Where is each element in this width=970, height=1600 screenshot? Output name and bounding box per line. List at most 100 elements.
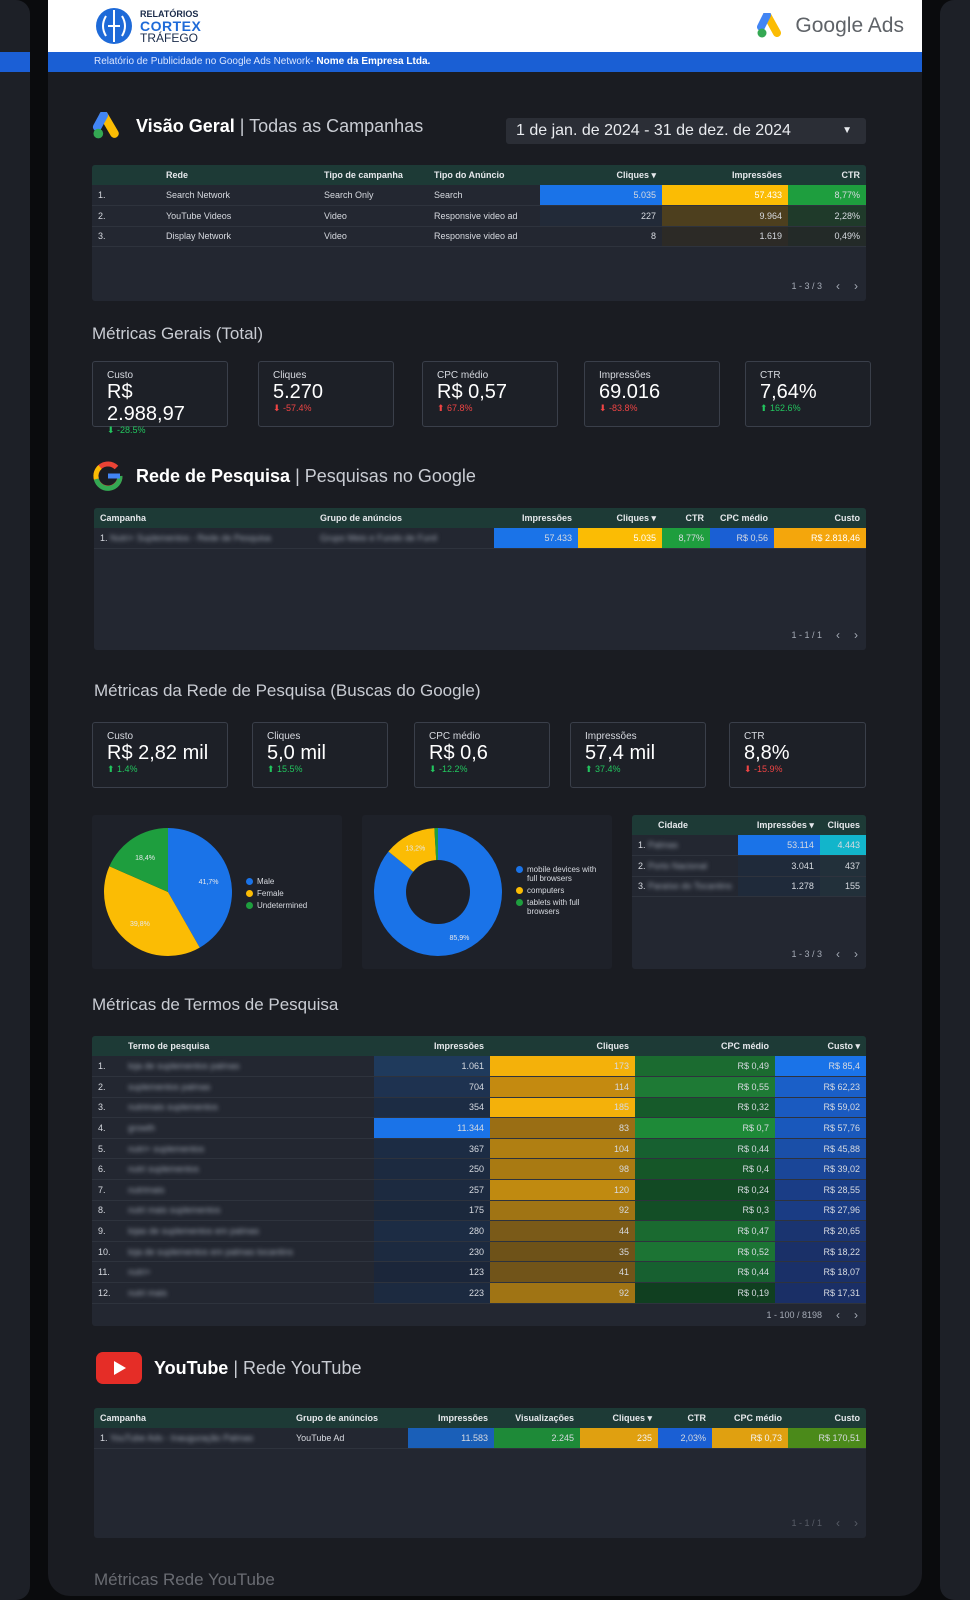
cell-visualizacoes: 2.245 bbox=[494, 1428, 580, 1450]
cell-rede: Search Network bbox=[160, 185, 318, 207]
metric-label: CPC médio bbox=[429, 731, 481, 742]
row-index: 3. bbox=[638, 881, 646, 892]
pager-label: 1 - 3 / 3 bbox=[791, 949, 822, 959]
cell-cpc: R$ 0,52 bbox=[635, 1241, 775, 1263]
cell-rede: YouTube Videos bbox=[160, 205, 318, 227]
col-impressoes[interactable]: Impressões bbox=[374, 1036, 490, 1056]
table-row[interactable]: 3. Paraíso do Tocantins 1.278 155 bbox=[632, 876, 866, 898]
col-cpc[interactable]: CPC médio bbox=[635, 1036, 775, 1056]
col-cliques[interactable]: Cliques ▾ bbox=[540, 165, 662, 185]
google-ads-label: Google Ads bbox=[795, 14, 904, 37]
table-row[interactable]: 2. YouTube Videos Video Responsive video ad… bbox=[92, 205, 866, 227]
metric-delta: ⬆ 37.4% bbox=[585, 764, 621, 774]
col-cpc[interactable]: CPC médio bbox=[712, 1408, 788, 1428]
col-ctr[interactable]: CTR bbox=[658, 1408, 712, 1428]
cell-termo: lojas de suplementos em palmas bbox=[128, 1226, 260, 1237]
table-row[interactable]: 1. Palmas 53.114 4.443 bbox=[632, 835, 866, 857]
table-row[interactable]: 11. nutri+ 123 41 R$ 0,44 R$ 18,07 bbox=[92, 1261, 866, 1284]
col-cliques[interactable]: Cliques bbox=[819, 815, 866, 835]
col-grupo: Grupo de anúncios bbox=[314, 508, 494, 528]
next-page-icon[interactable]: › bbox=[854, 1308, 858, 1322]
table-row[interactable]: 8. nutri mais suplementos 175 92 R$ 0,3 R$ 27… bbox=[92, 1200, 866, 1222]
table-row[interactable]: 1. Search Network Search Only Search 5.035 5… bbox=[92, 185, 866, 207]
prev-page-icon[interactable]: ‹ bbox=[836, 947, 840, 961]
cell-termo: nutrimais suplementos bbox=[128, 1102, 219, 1113]
right-neighbor-page bbox=[940, 0, 970, 1600]
table-row[interactable]: 12. nutri mais 223 92 R$ 0,19 R$ 17,31 bbox=[92, 1282, 866, 1304]
next-page-icon[interactable]: › bbox=[854, 628, 858, 642]
cell-impressoes: 11.344 bbox=[374, 1117, 490, 1139]
cell-cliques: 155 bbox=[819, 876, 866, 898]
gender-legend: Male Female Undetermined bbox=[246, 877, 307, 913]
prev-page-icon[interactable]: ‹ bbox=[836, 1308, 840, 1322]
terms-pager: 1 - 100 / 8198 ‹ › bbox=[766, 1308, 858, 1322]
table-row[interactable]: 1. YouTube Ads - Inauguração Palmas YouT… bbox=[94, 1428, 866, 1450]
next-page-icon[interactable]: › bbox=[854, 279, 858, 293]
col-visualizacoes[interactable]: Visualizações bbox=[494, 1408, 580, 1428]
col-impressoes[interactable]: Impressões bbox=[494, 508, 578, 528]
table-row[interactable]: 9. lojas de suplementos em palmas 280 44 R$ … bbox=[92, 1220, 866, 1242]
cell-rede: Display Network bbox=[160, 226, 318, 248]
col-custo[interactable]: Custo bbox=[788, 1408, 866, 1428]
col-cliques[interactable]: Cliques bbox=[490, 1036, 635, 1056]
table-row[interactable]: 2. Porto Nacional 3.041 437 bbox=[632, 855, 866, 877]
table-row[interactable]: 7. nutrimais 257 120 R$ 0,24 R$ 28,55 bbox=[92, 1179, 866, 1201]
youtube-heading: YouTube bbox=[154, 1357, 229, 1378]
table-row[interactable]: 1. Nutri+ Suplementos - Rede de Pesquisa… bbox=[94, 528, 866, 550]
metric-card: Custo R$ 2,82 mil ⬆ 1.4% bbox=[92, 722, 228, 788]
metric-label: Custo bbox=[107, 731, 134, 742]
table-row[interactable]: 4. growth 11.344 83 R$ 0,7 R$ 57,76 bbox=[92, 1117, 866, 1139]
cell-tipo: Video bbox=[318, 226, 428, 248]
table-row[interactable]: 1. loja de suplementos palmas 1.061 173 R$ 0… bbox=[92, 1056, 866, 1078]
cell-cpc: R$ 0,3 bbox=[635, 1200, 775, 1222]
row-index: 1. bbox=[98, 1061, 106, 1072]
table-row[interactable]: 10. loja de suplementos em palmas tocanti… bbox=[92, 1241, 866, 1263]
next-page-icon[interactable]: › bbox=[854, 947, 858, 961]
table-row[interactable]: 3. Display Network Video Responsive video a… bbox=[92, 226, 866, 248]
col-impressoes[interactable]: Impressões bbox=[408, 1408, 494, 1428]
prev-page-icon[interactable]: ‹ bbox=[836, 1516, 840, 1530]
col-cpc[interactable]: CPC médio bbox=[710, 508, 774, 528]
cell-cliques: 104 bbox=[490, 1138, 635, 1160]
prev-page-icon[interactable]: ‹ bbox=[836, 628, 840, 642]
cell-cpc: R$ 0,32 bbox=[635, 1097, 775, 1119]
brand-logo: RELATÓRIOS CORTEX TRÁFEGO bbox=[94, 6, 201, 46]
col-ctr[interactable]: CTR bbox=[662, 508, 710, 528]
table-row[interactable]: 6. nutri suplementos 250 98 R$ 0,4 R$ 39,02 bbox=[92, 1158, 866, 1181]
pie-slice-label: 41,7% bbox=[199, 879, 219, 886]
cell-impressoes: 11.583 bbox=[408, 1428, 494, 1450]
col-impressoes[interactable]: Impressões bbox=[662, 165, 788, 185]
col-cliques[interactable]: Cliques ▾ bbox=[580, 1408, 658, 1428]
google-ads-logo: Google Ads bbox=[757, 13, 904, 39]
legend-label: tablets with full browsers bbox=[527, 898, 580, 916]
col-ctr[interactable]: CTR bbox=[788, 165, 866, 185]
table-row[interactable]: 2. suplementos palmas 704 114 R$ 0,55 R$ 62,2… bbox=[92, 1076, 866, 1098]
cell-impressoes: 57.433 bbox=[662, 185, 788, 207]
brain-icon bbox=[96, 8, 132, 44]
date-range-picker[interactable]: 1 de jan. de 2024 - 31 de dez. de 2024 ▼ bbox=[506, 118, 866, 144]
col-impressoes[interactable]: Impressões ▾ bbox=[737, 815, 820, 835]
cell-impressoes: 175 bbox=[374, 1200, 490, 1222]
prev-page-icon[interactable]: ‹ bbox=[836, 279, 840, 293]
cell-termo: suplementos palmas bbox=[128, 1081, 211, 1092]
cell-cliques: 83 bbox=[490, 1117, 635, 1139]
donut-hole bbox=[406, 860, 470, 924]
row-index: 9. bbox=[98, 1226, 106, 1237]
row-index: 12. bbox=[98, 1287, 111, 1298]
device-donut-chart: 85,9% 13,2% bbox=[374, 828, 502, 956]
next-page-icon[interactable]: › bbox=[854, 1516, 858, 1530]
col-cliques[interactable]: Cliques ▾ bbox=[578, 508, 662, 528]
metric-delta: ⬆ 67.8% bbox=[437, 403, 473, 413]
metric-value: 69.016 bbox=[599, 381, 661, 403]
legend-label: Undetermined bbox=[257, 901, 308, 910]
gender-pie-panel: 41,7% 39,8% 18,4% Male Female Undetermined bbox=[92, 815, 342, 969]
col-custo[interactable]: Custo bbox=[774, 508, 866, 528]
company-name: Nome da Empresa Ltda. bbox=[316, 56, 431, 67]
table-row[interactable]: 5. nutri+ suplementos 367 104 R$ 0,44 R$ 45,8… bbox=[92, 1138, 866, 1160]
table-row[interactable]: 3. nutrimais suplementos 354 185 R$ 0,32 R$ 5… bbox=[92, 1097, 866, 1119]
col-custo[interactable]: Custo ▾ bbox=[775, 1036, 866, 1056]
cell-cliques: 120 bbox=[490, 1179, 635, 1201]
left-neighbor-page bbox=[0, 0, 30, 1600]
cell-cliques: 437 bbox=[819, 855, 866, 877]
cell-cliques: 185 bbox=[490, 1097, 635, 1119]
